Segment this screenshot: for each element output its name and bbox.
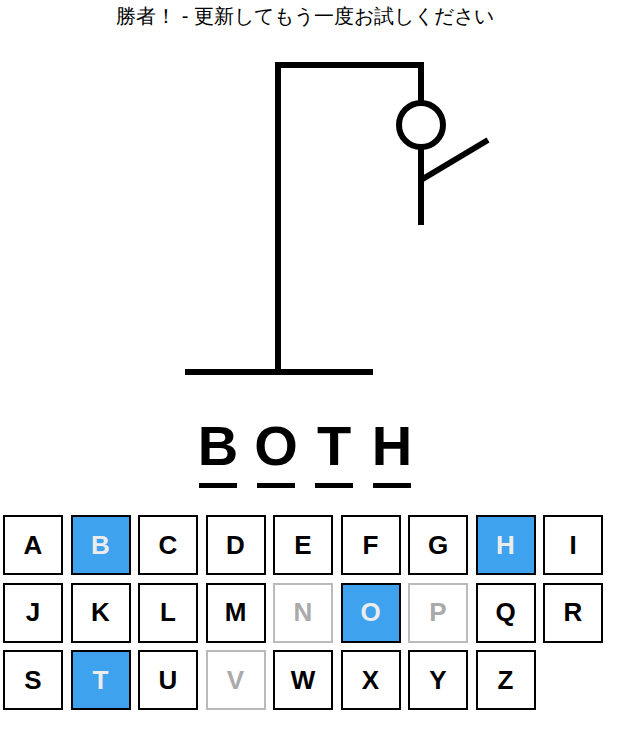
word: BOTH	[3, 395, 607, 515]
letter-key[interactable]: K	[71, 583, 131, 643]
letter-key[interactable]: F	[341, 515, 401, 575]
letter: H	[372, 415, 412, 477]
letter-key[interactable]: A	[3, 515, 63, 575]
underline	[257, 483, 295, 488]
keyboard-row: STUVWXYZ	[3, 650, 607, 710]
letter-key[interactable]: Y	[408, 650, 468, 710]
letter-slot: B	[199, 415, 237, 515]
letter-key[interactable]: Z	[476, 650, 536, 710]
letter-key[interactable]: Q	[476, 583, 536, 643]
letter: O	[254, 415, 298, 477]
letter: T	[317, 415, 351, 477]
letter-key[interactable]: M	[206, 583, 266, 643]
letter-key: B	[71, 515, 131, 575]
status-message: 勝者！ - 更新してもう一度お試しください	[3, 0, 607, 33]
letter-key: H	[476, 515, 536, 575]
keyboard: ABCDEFGHI JKLMNOPQR STUVWXYZ	[3, 515, 607, 710]
letter-slot: T	[315, 415, 353, 515]
letter-key[interactable]: R	[543, 583, 603, 643]
letter-key[interactable]: C	[138, 515, 198, 575]
letter-slot: H	[373, 415, 411, 515]
letter-key: O	[341, 583, 401, 643]
letter-key[interactable]: L	[138, 583, 198, 643]
keyboard-row: JKLMNOPQR	[3, 583, 607, 643]
hangman-game: 勝者！ - 更新してもう一度お試しくださいBOTHABCDEFGHIJKLMNO…	[0, 0, 607, 710]
underline	[373, 483, 411, 488]
underline	[315, 483, 353, 488]
letter-key[interactable]: X	[341, 650, 401, 710]
letter-key[interactable]: I	[543, 515, 603, 575]
gallows-icon	[3, 33, 607, 395]
letter-key[interactable]: W	[273, 650, 333, 710]
letter-key[interactable]: E	[273, 515, 333, 575]
letter-key[interactable]: D	[206, 515, 266, 575]
letter-key: P	[408, 583, 468, 643]
letter-key: V	[206, 650, 266, 710]
letter-key[interactable]: G	[408, 515, 468, 575]
letter-key: T	[71, 650, 131, 710]
letter-key[interactable]: J	[3, 583, 63, 643]
letter: B	[198, 415, 238, 477]
underline	[199, 483, 237, 488]
keyboard-row: ABCDEFGHI	[3, 515, 607, 575]
letter-key[interactable]: S	[3, 650, 63, 710]
letter-key: N	[273, 583, 333, 643]
letter-slot: O	[257, 415, 295, 515]
letter-key[interactable]: U	[138, 650, 198, 710]
